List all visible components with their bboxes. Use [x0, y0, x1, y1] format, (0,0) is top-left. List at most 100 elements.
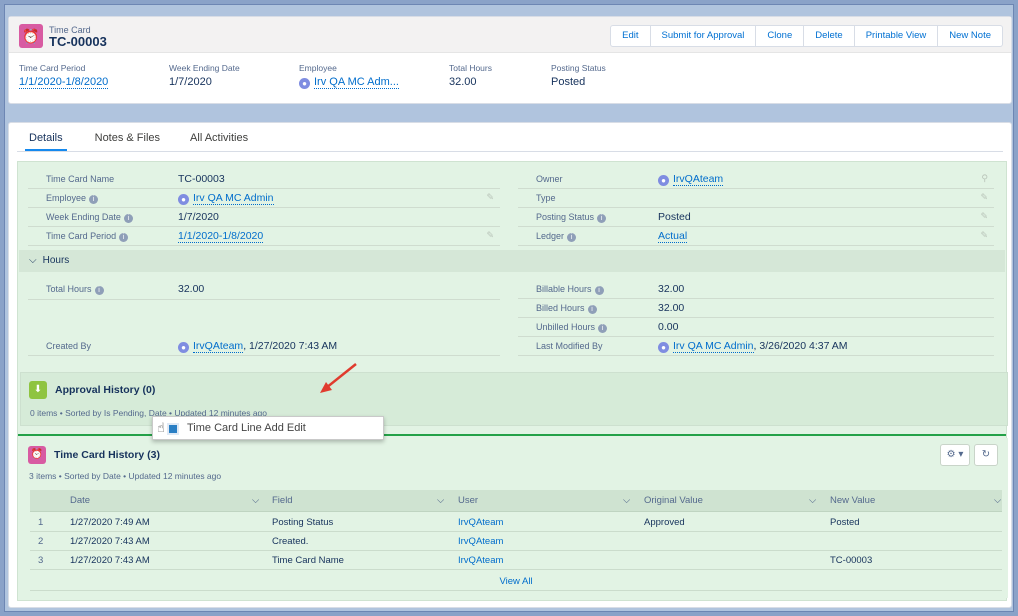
app-icon — [167, 423, 179, 435]
field-value: 0.00 — [658, 321, 679, 333]
time-card-period-link[interactable]: 1/1/2020-1/8/2020 — [178, 230, 264, 243]
owner-link[interactable]: IrvQAteam — [673, 173, 724, 186]
row-number: 3 — [38, 555, 44, 566]
popup-label: Time Card Line Add Edit — [187, 422, 306, 434]
highlight-label: Employee — [299, 63, 337, 73]
created-date: , 1/27/2020 7:43 AM — [243, 340, 338, 352]
field-label: Last Modified By — [536, 341, 603, 351]
cell-user-link[interactable]: IrvQAteam — [458, 517, 503, 528]
tab-notes-files[interactable]: Notes & Files — [85, 129, 172, 151]
field-owner: Owner ● IrvQAteam ⚲ — [518, 170, 994, 189]
pencil-icon[interactable]: ✎ — [980, 230, 988, 241]
table-row: 2 1/27/2020 7:43 AM Created. IrvQAteam — [30, 532, 1002, 551]
field-last-modified-by: Last Modified By ● Irv QA MC Admin, 3/26/… — [518, 337, 994, 356]
column-header-new-value[interactable]: New Value — [830, 495, 875, 506]
cell-user-link[interactable]: IrvQAteam — [458, 555, 503, 566]
chevron-down-icon[interactable]: ⌵ — [252, 495, 259, 506]
highlight-value: 32.00 — [449, 76, 477, 88]
column-header-date[interactable]: Date — [70, 495, 90, 506]
edit-button[interactable]: Edit — [610, 25, 651, 47]
approval-history-title[interactable]: Approval History (0) — [55, 384, 155, 396]
created-by-link[interactable]: IrvQAteam — [193, 340, 244, 353]
info-icon[interactable]: i — [123, 214, 133, 223]
field-billed-hours: Billed Hours i 32.00 — [518, 299, 994, 318]
chevron-down-icon[interactable]: ⌵ — [623, 495, 630, 506]
record-title: TC-00003 — [49, 34, 107, 49]
change-owner-icon[interactable]: ⚲ — [981, 173, 988, 184]
field-time-card-period: Time Card Period i 1/1/2020-1/8/2020 ✎ — [28, 227, 500, 246]
chevron-down-icon: ⌵ — [29, 255, 37, 266]
printable-view-button[interactable]: Printable View — [854, 25, 939, 47]
cell-new-value: TC-00003 — [830, 555, 873, 566]
field-label: Unbilled Hours — [536, 322, 596, 332]
ledger-link[interactable]: Actual — [658, 230, 688, 243]
field-total-hours: Total Hours i 32.00 — [28, 280, 500, 299]
info-icon[interactable]: i — [119, 233, 129, 242]
info-icon[interactable]: i — [89, 195, 99, 204]
field-value: TC-00003 — [178, 173, 225, 185]
pencil-icon[interactable]: ✎ — [486, 192, 494, 203]
modified-by-link[interactable]: Irv QA MC Admin — [673, 340, 754, 353]
field-label: Total Hours — [46, 284, 92, 294]
info-icon[interactable]: i — [597, 214, 607, 223]
time-card-period-link[interactable]: 1/1/2020-1/8/2020 — [19, 76, 109, 89]
user-avatar-icon: ● — [178, 342, 189, 353]
pencil-icon[interactable]: ✎ — [980, 211, 988, 222]
field-label: Owner — [536, 174, 563, 184]
field-value: 32.00 — [178, 283, 205, 295]
submit-for-approval-button[interactable]: Submit for Approval — [650, 25, 757, 47]
tab-all-activities[interactable]: All Activities — [180, 129, 260, 151]
delete-button[interactable]: Delete — [804, 25, 855, 47]
cell-field: Created. — [272, 536, 309, 547]
column-header-field[interactable]: Field — [272, 495, 293, 506]
time-card-line-popup[interactable]: ☝ Time Card Line Add Edit — [152, 416, 384, 440]
field-time-card-name: Time Card Name TC-00003 — [28, 170, 500, 189]
gear-icon[interactable]: ⚙ ▾ — [940, 444, 970, 466]
info-icon[interactable]: i — [594, 286, 604, 295]
field-value: 32.00 — [658, 302, 685, 314]
highlight-label: Total Hours — [449, 63, 492, 73]
info-icon[interactable]: i — [567, 233, 577, 242]
tab-details[interactable]: Details — [19, 129, 75, 151]
hours-section-header[interactable]: ⌵ Hours — [19, 250, 1005, 272]
user-avatar-icon: ● — [299, 78, 310, 89]
field-employee: Employee i ● Irv QA MC Admin ✎ — [28, 189, 500, 208]
time-card-history-subtitle: 3 items • Sorted by Date • Updated 12 mi… — [29, 471, 222, 481]
employee-link[interactable]: Irv QA MC Admin — [193, 192, 274, 205]
info-icon[interactable]: i — [94, 286, 104, 295]
cell-user-link[interactable]: IrvQAteam — [458, 536, 503, 547]
row-number: 2 — [38, 536, 44, 547]
field-label: Type — [536, 193, 556, 203]
column-header-user[interactable]: User — [458, 495, 478, 506]
pencil-icon[interactable]: ✎ — [980, 192, 988, 203]
highlight-value: Posted — [551, 76, 586, 88]
field-value: Posted — [658, 211, 691, 223]
info-icon[interactable]: i — [587, 305, 597, 314]
chevron-down-icon[interactable]: ⌵ — [437, 495, 444, 506]
alarm-clock-icon: ⏰ — [19, 24, 43, 48]
field-label: Posting Status — [536, 212, 595, 222]
modified-date: , 3/26/2020 4:37 AM — [753, 340, 848, 352]
details-panel: Time Card Name TC-00003 Employee i ● Irv Q… — [17, 161, 1008, 601]
refresh-icon[interactable]: ↻ — [974, 444, 998, 466]
record-header: ⏰ Time Card TC-00003 Edit Submit for App… — [8, 16, 1012, 104]
employee-link[interactable]: Irv QA MC Adm... — [314, 76, 399, 89]
tab-bar: Details Notes & Files All Activities — [19, 129, 260, 151]
field-value: 32.00 — [658, 283, 685, 295]
highlight-posting-status: Posting Status Posted — [551, 63, 606, 88]
time-card-history-title[interactable]: Time Card History (3) — [54, 449, 160, 461]
clone-button[interactable]: Clone — [756, 25, 805, 47]
new-note-button[interactable]: New Note — [938, 25, 1003, 47]
info-icon[interactable]: i — [598, 324, 608, 333]
divider — [28, 299, 500, 300]
field-label: Ledger — [536, 231, 565, 241]
field-label: Billed Hours — [536, 303, 585, 313]
chevron-down-icon[interactable]: ⌵ — [994, 495, 1001, 506]
chevron-down-icon[interactable]: ⌵ — [809, 495, 816, 506]
field-label: Time Card Name — [46, 174, 115, 184]
view-all-link[interactable]: View All — [30, 571, 1002, 591]
column-header-original-value[interactable]: Original Value — [644, 495, 703, 506]
record-body: Details Notes & Files All Activities Tim… — [8, 122, 1012, 608]
pencil-icon[interactable]: ✎ — [486, 230, 494, 241]
field-value: 1/7/2020 — [178, 211, 219, 223]
